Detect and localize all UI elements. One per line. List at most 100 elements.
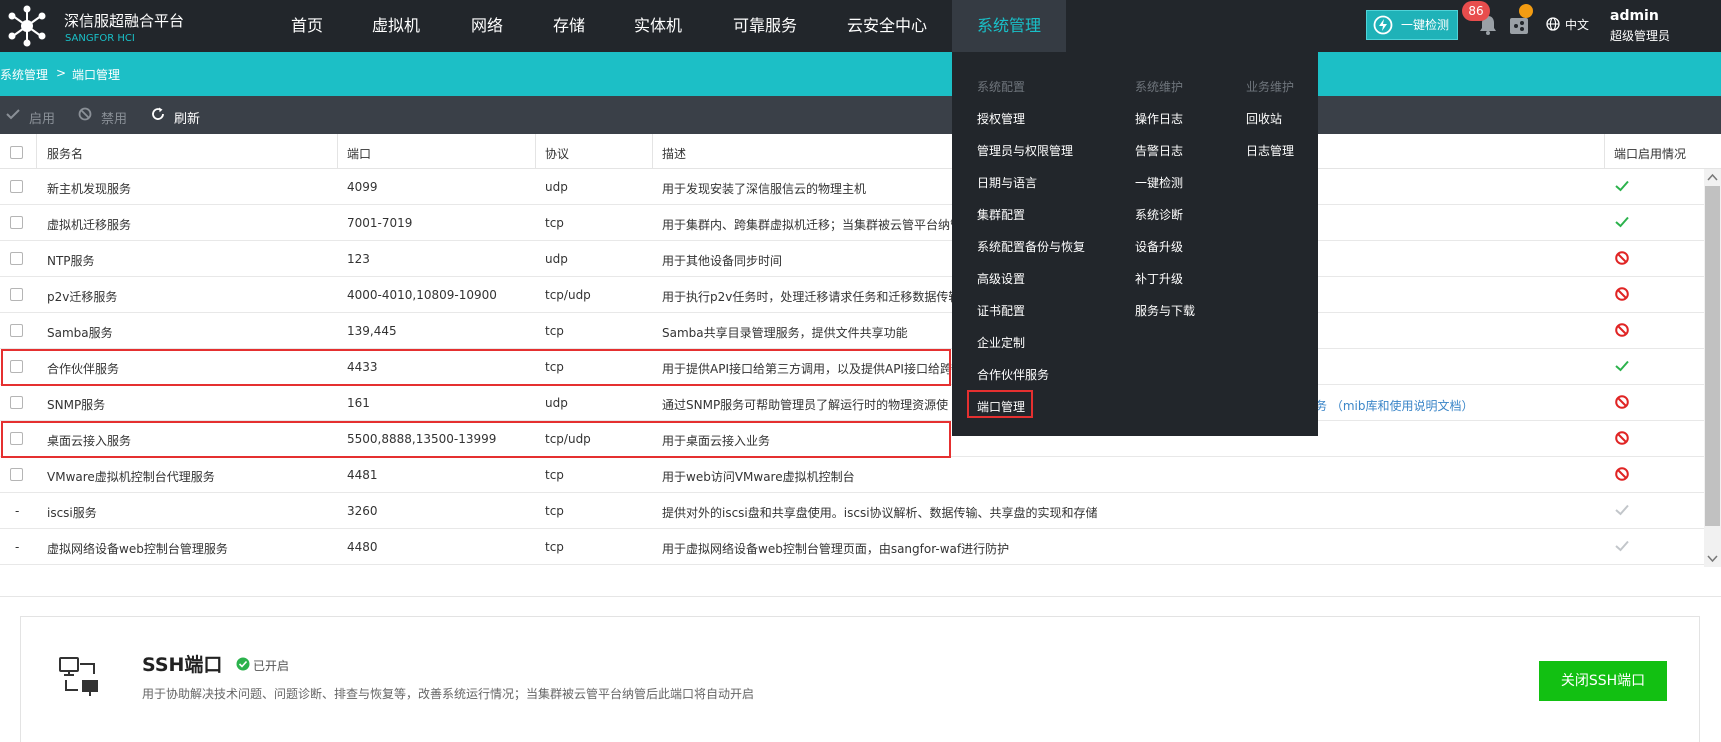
menu-item[interactable]: 系统诊断 <box>1135 206 1183 223</box>
nav-storage[interactable]: 存储 <box>553 0 585 52</box>
cell-description: 用于其他设备同步时间 <box>662 254 783 268</box>
cell-description: Samba共享目录管理服务，提供文件共享功能 <box>662 326 908 340</box>
menu-item[interactable]: 补丁升级 <box>1135 270 1183 287</box>
menu-item[interactable]: 回收站 <box>1246 110 1282 127</box>
menu-item[interactable]: 系统配置备份与恢复 <box>977 238 1085 255</box>
row-highlight-desktop <box>1 421 951 458</box>
disable-button[interactable]: 禁用 <box>101 108 127 127</box>
column-separator <box>337 134 338 169</box>
refresh-icon <box>152 107 164 120</box>
cell-port: 7001-7019 <box>347 216 413 230</box>
disable-icon <box>78 107 92 121</box>
scroll-down-arrow[interactable] <box>1704 550 1721 567</box>
row-checkbox[interactable] <box>10 468 23 481</box>
row-checkbox[interactable] <box>10 180 23 193</box>
menu-item[interactable]: 高级设置 <box>977 270 1025 287</box>
language-switch[interactable]: 中文 <box>1565 16 1589 33</box>
menu-item[interactable]: 一键检测 <box>1135 174 1183 191</box>
nav-network[interactable]: 网络 <box>471 0 503 52</box>
nav-system-management[interactable]: 系统管理 <box>952 0 1066 52</box>
breadcrumb-current: 端口管理 <box>72 68 121 82</box>
port-disabled-icon <box>1615 323 1629 337</box>
enable-check-icon <box>6 109 20 120</box>
section-divider <box>0 596 1721 597</box>
table-row[interactable] <box>0 241 1704 277</box>
port-disabled-icon <box>1615 251 1629 265</box>
menu-item[interactable]: 授权管理 <box>977 110 1025 127</box>
menu-item[interactable]: 日志管理 <box>1246 142 1294 159</box>
app-title: 深信服超融合平台 <box>64 12 185 30</box>
column-header-port[interactable]: 端口 <box>347 145 371 162</box>
cell-description: 用于执行p2v任务时，处理迁移请求任务和迁移数据传输 <box>662 290 961 304</box>
share-badge <box>1519 4 1533 18</box>
cell-protocol: tcp <box>545 216 564 230</box>
row-checkbox[interactable] <box>10 324 23 337</box>
cell-port: 4481 <box>347 468 378 482</box>
scroll-up-arrow[interactable] <box>1704 169 1721 186</box>
snmp-doc-link[interactable]: 务 （mib库和使用说明文档） <box>1315 397 1474 414</box>
cell-protocol: udp <box>545 180 568 194</box>
enable-button[interactable]: 启用 <box>29 108 55 127</box>
ssh-port-card <box>20 616 1700 742</box>
nav-physical[interactable]: 实体机 <box>634 0 682 52</box>
cell-port: 3260 <box>347 504 378 518</box>
nav-cloud-security[interactable]: 云安全中心 <box>847 0 927 52</box>
scrollbar-thumb[interactable] <box>1705 186 1720 526</box>
cell-port: 161 <box>347 396 370 410</box>
close-ssh-port-button[interactable]: 关闭SSH端口 <box>1539 661 1667 701</box>
user-role: 超级管理员 <box>1610 29 1671 43</box>
user-name[interactable]: admin <box>1610 8 1659 24</box>
menu-item[interactable]: 告警日志 <box>1135 142 1183 159</box>
column-separator <box>1604 134 1605 169</box>
select-all-checkbox[interactable] <box>10 146 23 159</box>
cell-service-name: Samba服务 <box>47 326 113 340</box>
cell-protocol: tcp/udp <box>545 288 591 302</box>
cell-protocol: tcp <box>545 468 564 482</box>
port-disabled-icon <box>1615 395 1629 409</box>
ssh-status-badge: 已开启 <box>253 659 290 673</box>
menu-item[interactable]: 服务与下载 <box>1135 302 1195 319</box>
column-header-name[interactable]: 服务名 <box>47 145 83 162</box>
cell-port: 4099 <box>347 180 378 194</box>
menu-item[interactable]: 集群配置 <box>977 206 1025 223</box>
breadcrumb-parent[interactable]: 系统管理 <box>0 66 48 83</box>
menu-item[interactable]: 企业定制 <box>977 334 1025 351</box>
port-enabled-check-icon <box>1615 180 1629 192</box>
sangfor-logo-icon <box>8 5 46 47</box>
row-checkbox[interactable] <box>10 288 23 301</box>
nav-vm[interactable]: 虚拟机 <box>372 0 420 52</box>
refresh-button[interactable]: 刷新 <box>174 108 200 127</box>
snmp-link-text[interactable]: （mib库和使用说明文档） <box>1331 399 1474 413</box>
nav-home[interactable]: 首页 <box>291 0 323 52</box>
column-header-protocol[interactable]: 协议 <box>545 145 569 162</box>
one-click-check-button[interactable]: 一键检测 <box>1366 10 1458 40</box>
globe-icon[interactable] <box>1546 17 1560 31</box>
row-checkbox[interactable] <box>10 396 23 409</box>
row-checkbox[interactable] <box>10 252 23 265</box>
check-circle-icon <box>236 657 250 671</box>
column-header-description[interactable]: 描述 <box>662 145 686 162</box>
menu-item[interactable]: 合作伙伴服务 <box>977 366 1049 383</box>
column-header-status[interactable]: 端口启用情况 <box>1614 145 1686 162</box>
cell-description: 用于web访问VMware虚拟机控制台 <box>662 470 855 484</box>
nav-reliable[interactable]: 可靠服务 <box>733 0 797 52</box>
menu-item[interactable]: 证书配置 <box>977 302 1025 319</box>
cell-protocol: udp <box>545 396 568 410</box>
port-enabled-check-icon <box>1615 360 1629 372</box>
notification-count-badge: 86 <box>1462 1 1490 21</box>
row-checkbox[interactable] <box>10 216 23 229</box>
menu-item[interactable]: 管理员与权限管理 <box>977 142 1073 159</box>
cell-service-name: 虚拟网络设备web控制台管理服务 <box>47 542 228 556</box>
port-disabled-icon <box>1615 467 1629 481</box>
column-separator <box>36 134 37 169</box>
cell-description: 通过SNMP服务可帮助管理员了解运行时的物理资源使 <box>662 398 949 412</box>
breadcrumb <box>0 52 1721 96</box>
menu-group-heading: 系统配置 <box>977 80 1026 94</box>
port-fixed-check-icon <box>1615 540 1629 552</box>
cell-service-name: 虚拟机迁移服务 <box>47 218 132 232</box>
menu-item[interactable]: 日期与语言 <box>977 174 1037 191</box>
cell-description: 用于发现安装了深信服信云的物理主机 <box>662 182 867 196</box>
ssh-description: 用于协助解决技术问题、问题诊断、排查与恢复等，改善系统运行情况；当集群被云管平台… <box>142 687 755 701</box>
menu-item[interactable]: 操作日志 <box>1135 110 1183 127</box>
menu-item[interactable]: 设备升级 <box>1135 238 1183 255</box>
